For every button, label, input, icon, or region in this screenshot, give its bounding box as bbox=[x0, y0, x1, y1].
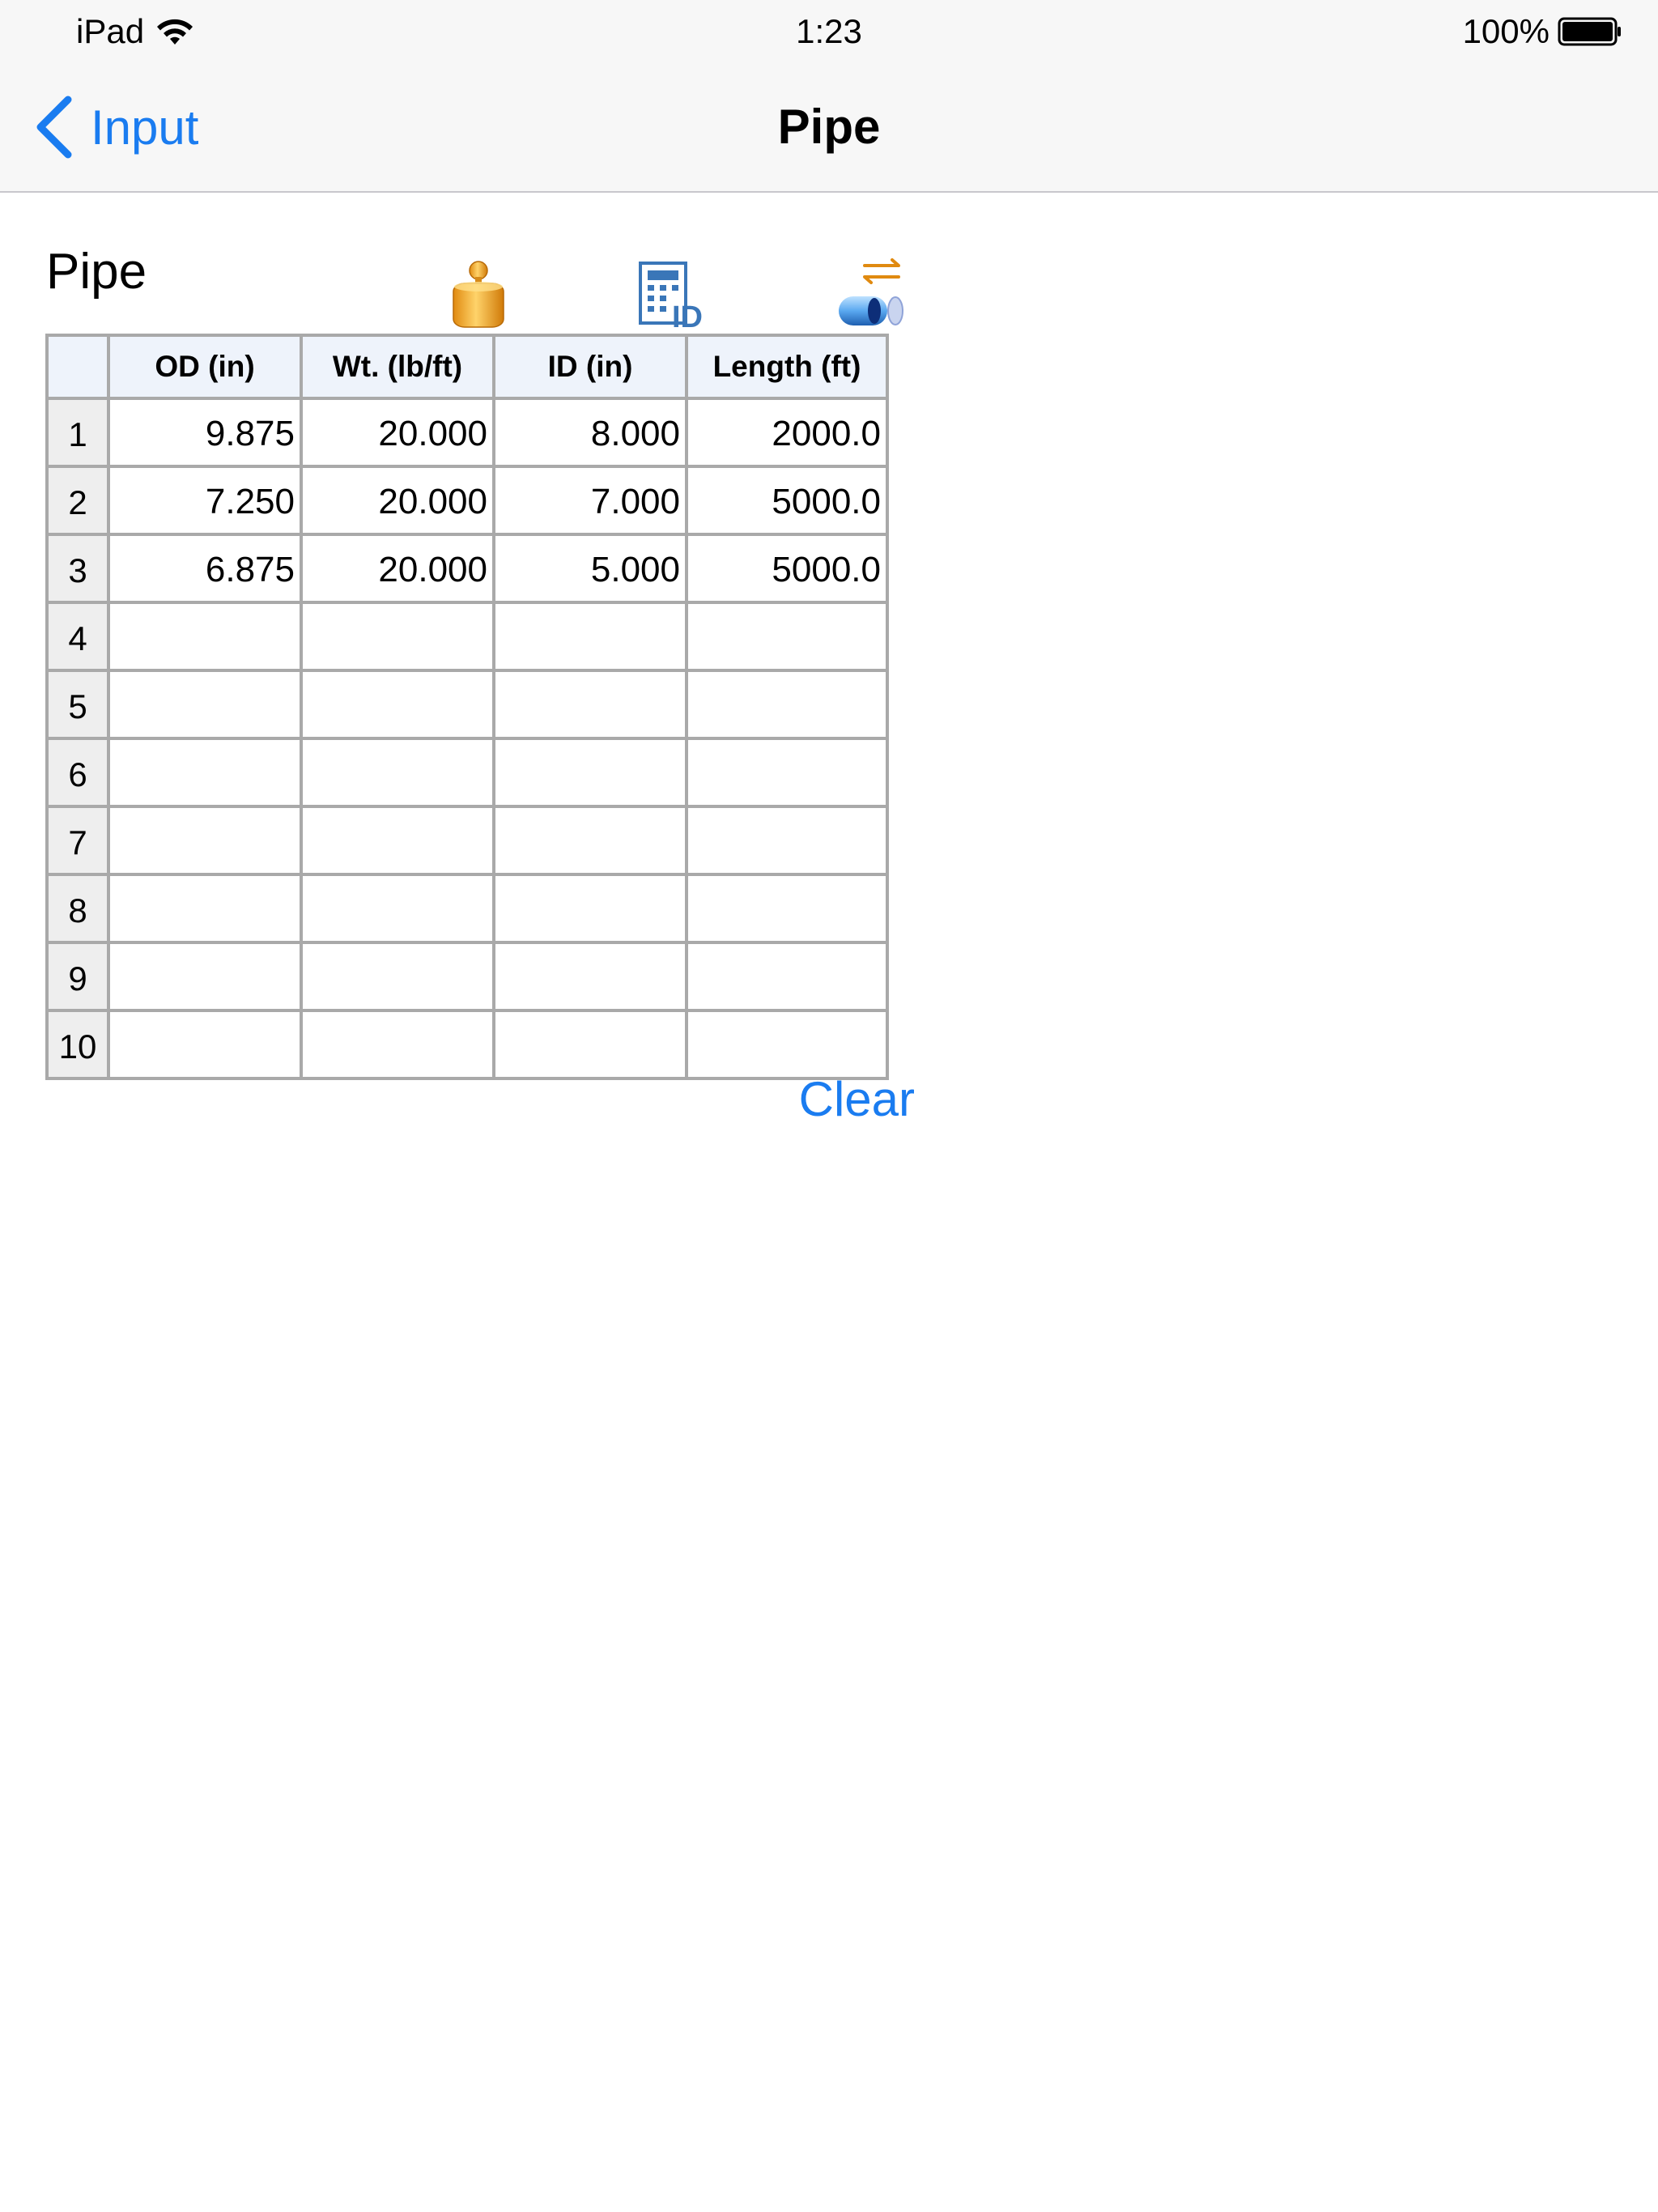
length-cell[interactable] bbox=[685, 601, 889, 672]
column-header-id: ID (in) bbox=[492, 334, 688, 400]
id-cell[interactable]: 8.000 bbox=[492, 397, 688, 468]
status-time: 1:23 bbox=[796, 12, 862, 50]
id-cell[interactable] bbox=[492, 601, 688, 672]
od-cell[interactable] bbox=[107, 873, 303, 944]
id-cell[interactable] bbox=[492, 941, 688, 1012]
page-title: Pipe bbox=[777, 100, 881, 154]
od-cell[interactable]: 7.250 bbox=[107, 465, 303, 536]
weight-cell[interactable] bbox=[300, 941, 495, 1012]
status-right: 100% bbox=[1463, 10, 1622, 53]
length-cell[interactable] bbox=[685, 873, 889, 944]
table-row: 2 7.250 20.000 7.000 5000.0 bbox=[45, 465, 889, 536]
clear-button[interactable]: Clear bbox=[777, 1069, 915, 1130]
column-header-od: OD (in) bbox=[107, 334, 303, 400]
weight-cell[interactable] bbox=[300, 669, 495, 740]
row-number: 3 bbox=[45, 533, 110, 604]
pipe-table: OD (in) Wt. (lb/ft) ID (in) Length (ft) … bbox=[45, 334, 889, 1080]
id-cell[interactable] bbox=[492, 873, 688, 944]
table-row: 4 bbox=[45, 601, 889, 672]
weight-cell[interactable]: 20.000 bbox=[300, 397, 495, 468]
length-cell[interactable]: 5000.0 bbox=[685, 465, 889, 536]
battery-icon bbox=[1558, 17, 1621, 46]
svg-text:ID: ID bbox=[672, 300, 703, 329]
length-cell[interactable] bbox=[685, 669, 889, 740]
od-cell[interactable] bbox=[107, 941, 303, 1012]
row-number: 5 bbox=[45, 669, 110, 740]
table-row: 10 bbox=[45, 1009, 889, 1080]
table-row: 7 bbox=[45, 805, 889, 876]
id-cell[interactable] bbox=[492, 669, 688, 740]
weight-cell[interactable] bbox=[300, 873, 495, 944]
weight-cell[interactable]: 20.000 bbox=[300, 533, 495, 604]
od-cell[interactable]: 9.875 bbox=[107, 397, 303, 468]
table-row: 5 bbox=[45, 669, 889, 740]
row-number: 7 bbox=[45, 805, 110, 876]
row-number: 10 bbox=[45, 1009, 110, 1080]
length-cell[interactable]: 2000.0 bbox=[685, 397, 889, 468]
table-header-row: OD (in) Wt. (lb/ft) ID (in) Length (ft) bbox=[45, 334, 889, 400]
row-number: 9 bbox=[45, 941, 110, 1012]
length-cell[interactable] bbox=[685, 805, 889, 876]
row-number: 4 bbox=[45, 601, 110, 672]
row-number: 6 bbox=[45, 737, 110, 808]
table-row: 8 bbox=[45, 873, 889, 944]
id-cell[interactable] bbox=[492, 1009, 688, 1080]
navigation-bar: Input Pipe bbox=[0, 63, 1658, 193]
weight-cell[interactable] bbox=[300, 805, 495, 876]
calculate-id-icon[interactable]: ID bbox=[638, 261, 711, 329]
id-cell[interactable]: 5.000 bbox=[492, 533, 688, 604]
od-cell[interactable] bbox=[107, 601, 303, 672]
row-number: 2 bbox=[45, 465, 110, 536]
length-cell[interactable] bbox=[685, 737, 889, 808]
row-number: 1 bbox=[45, 397, 110, 468]
weight-cell[interactable] bbox=[300, 737, 495, 808]
battery-percent: 100% bbox=[1462, 12, 1550, 50]
od-cell[interactable]: 6.875 bbox=[107, 533, 303, 604]
table-row: 3 6.875 20.000 5.000 5000.0 bbox=[45, 533, 889, 604]
section-title: Pipe bbox=[46, 244, 147, 300]
od-cell[interactable] bbox=[107, 669, 303, 740]
od-cell[interactable] bbox=[107, 737, 303, 808]
table-row: 1 9.875 20.000 8.000 2000.0 bbox=[45, 397, 889, 468]
table-row: 6 bbox=[45, 737, 889, 808]
weight-cell[interactable]: 20.000 bbox=[300, 465, 495, 536]
column-header-weight: Wt. (lb/ft) bbox=[300, 334, 495, 400]
length-cell[interactable] bbox=[685, 941, 889, 1012]
weight-icon[interactable] bbox=[450, 259, 507, 329]
length-cell[interactable]: 5000.0 bbox=[685, 533, 889, 604]
column-header-length: Length (ft) bbox=[685, 334, 889, 400]
id-cell[interactable]: 7.000 bbox=[492, 465, 688, 536]
row-number: 8 bbox=[45, 873, 110, 944]
id-cell[interactable] bbox=[492, 737, 688, 808]
table-row: 9 bbox=[45, 941, 889, 1012]
corner-header bbox=[45, 334, 110, 400]
convert-pipe-icon[interactable] bbox=[832, 257, 905, 330]
od-cell[interactable] bbox=[107, 805, 303, 876]
weight-cell[interactable] bbox=[300, 1009, 495, 1080]
weight-cell[interactable] bbox=[300, 601, 495, 672]
status-bar: iPad 1:23 100% bbox=[0, 0, 1658, 63]
id-cell[interactable] bbox=[492, 805, 688, 876]
od-cell[interactable] bbox=[107, 1009, 303, 1080]
